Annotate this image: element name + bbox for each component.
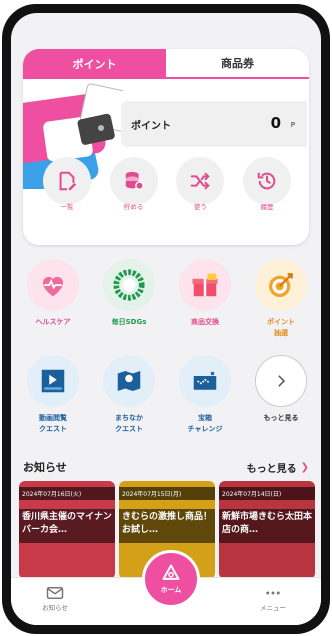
service-town-quest-label: まちなか クエスト xyxy=(115,414,143,433)
shuffle-icon xyxy=(176,157,225,205)
news-item-title: 新鮮市場きむら太田本店の商… xyxy=(219,509,315,543)
point-action-earn-label: 貯める xyxy=(123,203,144,211)
point-balance-value: 0 xyxy=(270,114,281,132)
point-balance-box: ポイント 0 P xyxy=(121,101,307,147)
nav-notice[interactable]: お知らせ xyxy=(25,586,85,612)
service-more-label: もっと見る xyxy=(263,414,299,422)
point-balance-unit: P xyxy=(290,121,295,129)
sdgs-wheel-icon xyxy=(103,259,155,311)
video-ad-icon xyxy=(27,355,79,407)
service-healthcare[interactable]: ヘルスケア xyxy=(17,259,89,345)
service-point-lottery[interactable]: ポイント 抽選 xyxy=(245,259,317,345)
service-more[interactable]: もっと見る xyxy=(245,355,317,441)
service-healthcare-label: ヘルスケア xyxy=(35,318,71,326)
point-action-earn[interactable]: 貯める xyxy=(108,157,160,211)
news-header: お知らせ もっと見る ❯ xyxy=(23,459,309,475)
nav-notice-label: お知らせ xyxy=(42,604,68,612)
service-video-quest-label: 動画閲覧 クエスト xyxy=(39,414,67,433)
target-icon xyxy=(255,259,307,311)
news-item-date: 2024年07月16日(火) xyxy=(19,487,115,500)
phone-frame: ポイント 商品券 ポイント 0 P 一覧 貯める 使う 履歴 ヘルスケア 毎日S… xyxy=(2,4,330,634)
news-more-link[interactable]: もっと見る ❯ xyxy=(247,460,309,475)
news-item[interactable]: 2024年07月14日(日) 新鮮市場きむら太田本店の商… xyxy=(219,481,315,579)
point-action-history[interactable]: 履歴 xyxy=(241,157,293,211)
news-more-label: もっと見る xyxy=(246,463,297,475)
news-item-date: 2024年07月14日(日) xyxy=(219,487,315,500)
news-item-title: きむらの激推し商品！お試し… xyxy=(119,509,215,543)
history-clock-icon xyxy=(242,157,291,205)
mail-icon xyxy=(46,587,64,599)
bottom-nav: お知らせ ホーム メニュー xyxy=(11,550,321,625)
news-title: お知らせ xyxy=(23,461,67,474)
service-sdgs[interactable]: 毎日SDGs xyxy=(93,259,165,345)
treasure-map-icon xyxy=(179,355,231,407)
point-balance-label: ポイント xyxy=(131,121,171,132)
point-card-actions: 一覧 貯める 使う 履歴 xyxy=(41,157,293,211)
nav-menu-label: メニュー xyxy=(260,604,286,612)
point-action-list-label: 一覧 xyxy=(60,203,74,211)
app-screen: ポイント 商品券 ポイント 0 P 一覧 貯める 使う 履歴 ヘルスケア 毎日S… xyxy=(11,13,321,625)
point-action-use-label: 使う xyxy=(193,203,207,211)
point-action-list[interactable]: 一覧 xyxy=(41,157,93,211)
home-triangle-icon xyxy=(162,564,180,580)
news-item[interactable]: 2024年07月16日(火) 香川県主催のマイナンバーカ会… xyxy=(19,481,115,579)
map-pin-icon xyxy=(103,355,155,407)
service-video-quest[interactable]: 動画閲覧 クエスト xyxy=(17,355,89,441)
nav-home-button[interactable]: ホーム xyxy=(142,550,200,608)
chevron-right-icon: ❯ xyxy=(300,461,309,473)
service-point-lottery-label: ポイント 抽選 xyxy=(267,318,295,337)
service-sdgs-label: 毎日SDGs xyxy=(111,318,147,326)
service-treasure-challenge-label: 宝箱 チャレンジ xyxy=(187,414,223,433)
heart-pulse-icon xyxy=(27,259,79,311)
nav-menu[interactable]: メニュー xyxy=(243,586,303,612)
service-town-quest[interactable]: まちなか クエスト xyxy=(93,355,165,441)
chevron-right-icon xyxy=(255,355,307,407)
news-item-title: 香川県主催のマイナンバーカ会… xyxy=(19,509,115,543)
tab-points[interactable]: ポイント xyxy=(23,49,166,79)
card-tabs: ポイント 商品券 xyxy=(23,49,309,79)
service-product-exchange[interactable]: 商品交換 xyxy=(169,259,241,345)
point-action-use[interactable]: 使う xyxy=(174,157,226,211)
news-item-date: 2024年07月15日(月) xyxy=(119,487,215,500)
service-row: 動画閲覧 クエスト まちなか クエスト 宝箱 チャレンジ もっと見る xyxy=(17,355,317,441)
gift-box-icon xyxy=(179,259,231,311)
service-treasure-challenge[interactable]: 宝箱 チャレンジ xyxy=(169,355,241,441)
coin-stack-icon xyxy=(109,157,158,205)
document-edit-icon xyxy=(43,157,91,205)
nav-home-label: ホーム xyxy=(160,586,182,594)
point-action-history-label: 履歴 xyxy=(260,203,274,211)
tab-gift-vouchers[interactable]: 商品券 xyxy=(166,49,309,79)
service-row: ヘルスケア 毎日SDGs 商品交換 ポイント 抽選 xyxy=(17,259,317,345)
service-product-exchange-label: 商品交換 xyxy=(191,318,219,326)
point-card: ポイント 商品券 ポイント 0 P 一覧 貯める 使う 履歴 xyxy=(23,49,309,245)
more-dots-icon xyxy=(266,591,280,595)
service-grid: ヘルスケア 毎日SDGs 商品交換 ポイント 抽選 動画閲覧 クエスト まちなか… xyxy=(17,259,317,451)
